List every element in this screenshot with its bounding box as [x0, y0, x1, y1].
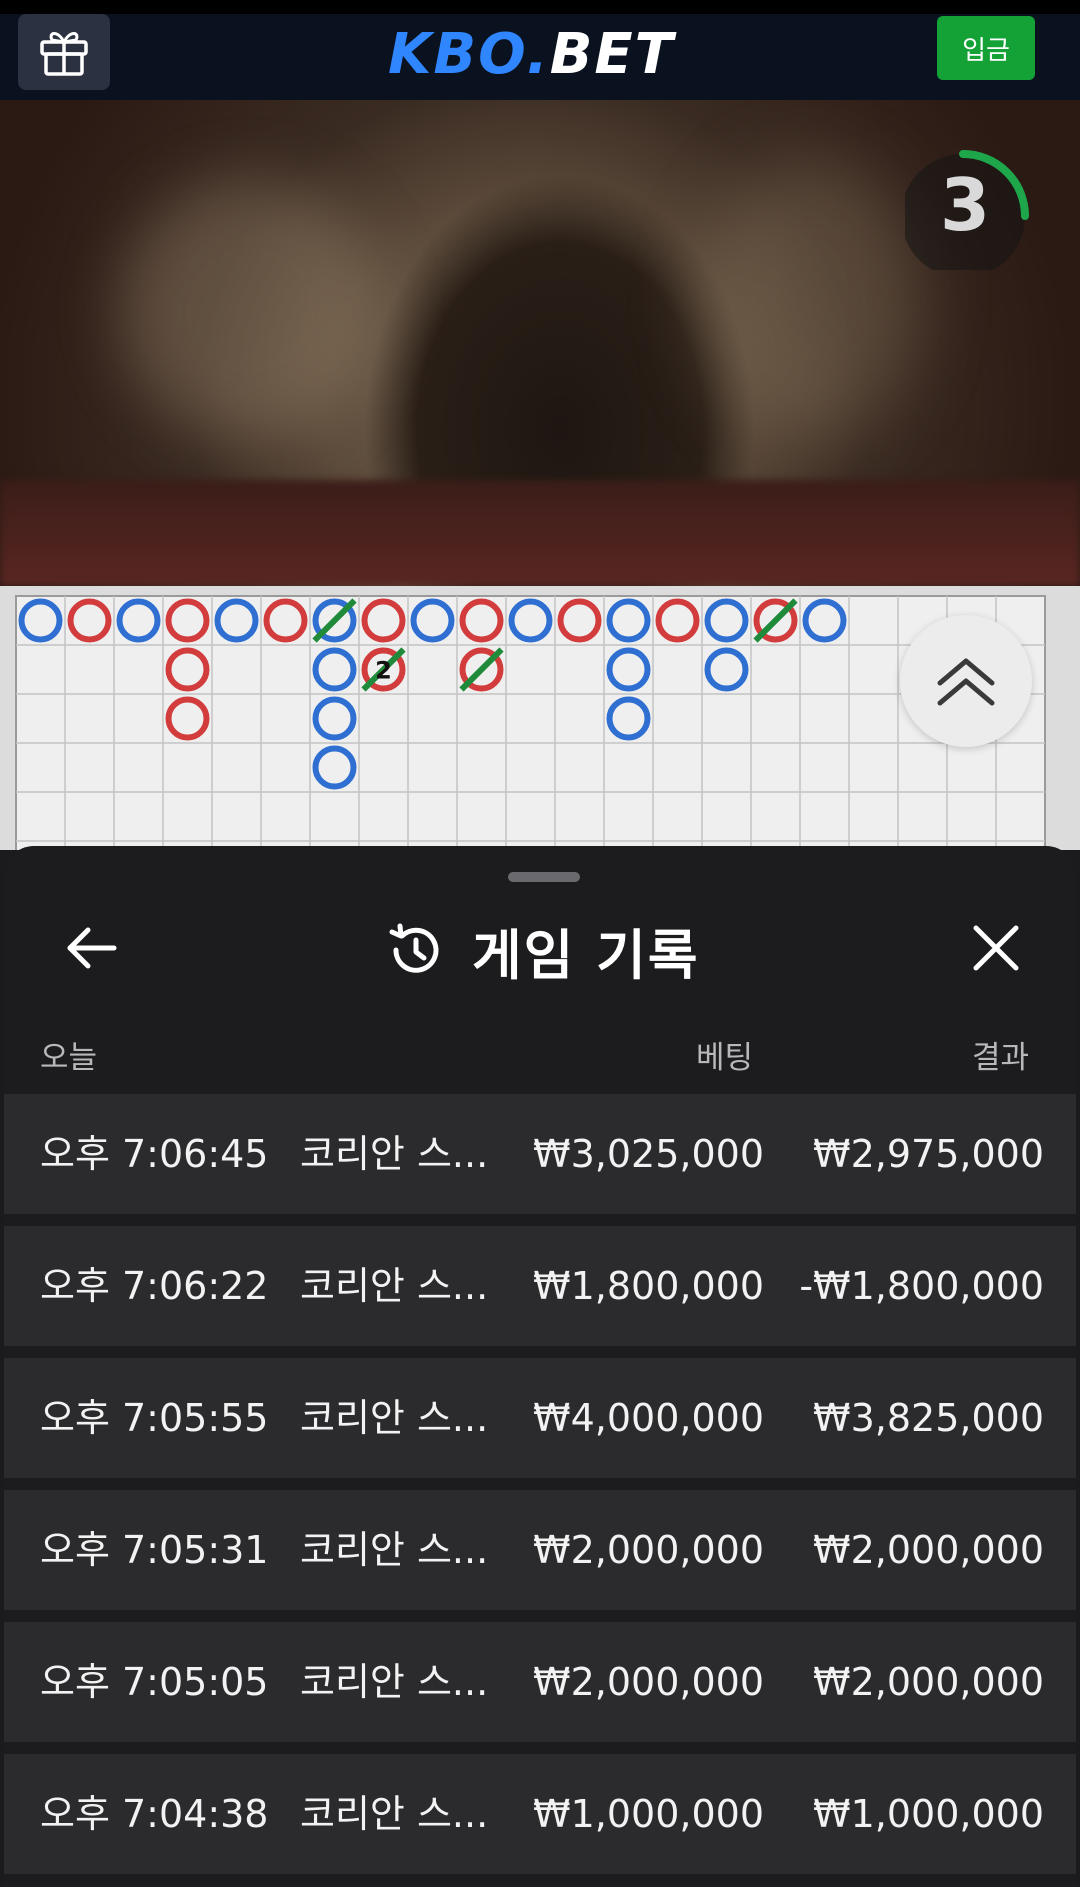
column-header-result: 결과 — [972, 1040, 1030, 1076]
row-bet: ₩2,000,000 — [533, 1660, 764, 1704]
row-bet: ₩1,800,000 — [533, 1264, 764, 1308]
row-game: 코리안 스... — [300, 1528, 489, 1572]
row-game: 코리안 스... — [300, 1792, 489, 1836]
countdown-value: 3 — [939, 163, 991, 247]
row-bet: ₩1,000,000 — [533, 1792, 764, 1836]
row-game: 코리안 스... — [300, 1396, 489, 1440]
row-result: ₩1,000,000 — [813, 1792, 1044, 1836]
app-screen: KBO.BET 입금 3 2 게임 기록 오늘 베팅 결과 오후 7:06:45… — [0, 0, 1080, 1887]
drag-handle[interactable] — [508, 872, 580, 882]
history-row[interactable]: 오후 7:05:55 코리안 스... ₩4,000,000 ₩3,825,00… — [4, 1358, 1076, 1478]
deposit-button[interactable]: 입금 — [937, 16, 1035, 80]
row-game: 코리안 스... — [300, 1660, 489, 1704]
history-row[interactable]: 오후 7:06:22 코리안 스... ₩1,800,000 -₩1,800,0… — [4, 1226, 1076, 1346]
gift-icon — [40, 32, 88, 76]
row-result: ₩2,975,000 — [813, 1132, 1044, 1176]
tie-count-label: 2 — [375, 657, 392, 685]
row-time: 오후 7:05:31 — [40, 1528, 269, 1572]
brand-logo[interactable]: KBO.BET — [388, 20, 675, 90]
row-game: 코리안 스... — [300, 1132, 489, 1176]
video-blur-left — [120, 180, 380, 440]
history-row[interactable]: 오후 7:05:31 코리안 스... ₩2,000,000 ₩2,000,00… — [4, 1490, 1076, 1610]
sheet-title-text: 게임 기록 — [472, 923, 700, 987]
history-icon — [389, 923, 439, 973]
row-bet: ₩3,025,000 — [533, 1132, 764, 1176]
row-time: 오후 7:05:55 — [40, 1396, 269, 1440]
row-result: ₩3,825,000 — [813, 1396, 1044, 1440]
history-list: 오후 7:06:45 코리안 스... ₩3,025,000 ₩2,975,00… — [4, 1094, 1076, 1886]
row-result: -₩1,800,000 — [799, 1264, 1044, 1308]
row-time: 오후 7:04:38 — [40, 1792, 269, 1836]
row-result: ₩2,000,000 — [813, 1660, 1044, 1704]
double-chevron-up-icon — [937, 658, 995, 706]
video-blur-right — [700, 160, 920, 440]
close-icon — [973, 925, 1019, 971]
game-history-sheet: 게임 기록 오늘 베팅 결과 오후 7:06:45 코리안 스... ₩3,02… — [4, 846, 1076, 1887]
logo-dot-text: . — [526, 22, 550, 87]
row-bet: ₩2,000,000 — [533, 1528, 764, 1572]
arrow-left-icon — [67, 927, 117, 969]
column-header-bet: 베팅 — [696, 1040, 754, 1076]
row-bet: ₩4,000,000 — [533, 1396, 764, 1440]
row-result: ₩2,000,000 — [813, 1528, 1044, 1572]
logo-bet-text: BET — [549, 22, 675, 87]
sheet-title: 게임 기록 — [384, 906, 700, 994]
back-button[interactable] — [60, 916, 124, 980]
column-header-today: 오늘 — [40, 1040, 98, 1076]
history-row[interactable]: 오후 7:05:05 코리안 스... ₩2,000,000 ₩2,000,00… — [4, 1622, 1076, 1742]
gift-button[interactable] — [18, 14, 110, 90]
history-row[interactable]: 오후 7:06:45 코리안 스... ₩3,025,000 ₩2,975,00… — [4, 1094, 1076, 1214]
row-time: 오후 7:05:05 — [40, 1660, 269, 1704]
row-game: 코리안 스... — [300, 1264, 489, 1308]
logo-kbo-text: KBO — [388, 22, 527, 87]
close-button[interactable] — [964, 916, 1028, 980]
row-time: 오후 7:06:22 — [40, 1264, 269, 1308]
video-table — [0, 480, 1080, 586]
top-bar: KBO.BET 입금 — [0, 0, 1080, 100]
expand-road-button[interactable] — [900, 615, 1032, 747]
history-row[interactable]: 오후 7:04:38 코리안 스... ₩1,000,000 ₩1,000,00… — [4, 1754, 1076, 1874]
row-time: 오후 7:06:45 — [40, 1132, 269, 1176]
